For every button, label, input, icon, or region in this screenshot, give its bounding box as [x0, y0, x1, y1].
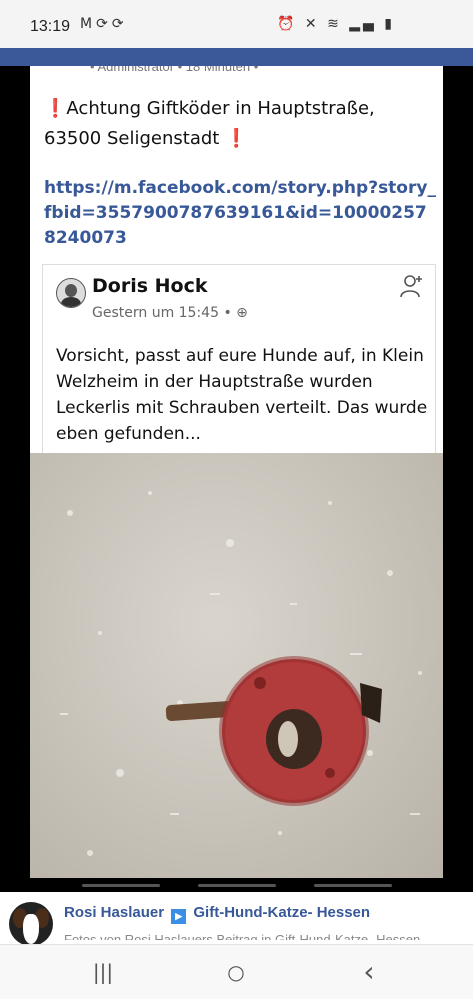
- signal-icon: ▂▄: [349, 16, 377, 32]
- alarm-icon: ⏰: [277, 16, 298, 32]
- back-button[interactable]: ‹: [354, 958, 384, 986]
- left-backdrop: [0, 66, 30, 998]
- post-text-line1: Achtung Giftköder in Hauptstraße,: [66, 98, 375, 119]
- globe-icon: ⊕: [236, 305, 248, 321]
- post-link[interactable]: https://m.facebook.com/story.php?story_f…: [44, 176, 436, 251]
- sync-icon: ⟳: [96, 16, 112, 32]
- avatar[interactable]: [56, 278, 86, 308]
- exclamation-icon: ❗: [225, 128, 248, 149]
- shared-time: Gestern um 15:45 • ⊕: [92, 305, 248, 321]
- right-backdrop: [443, 66, 473, 998]
- next-post-title[interactable]: Rosi Haslauer ▶ Gift-Hund-Katze- Hessen: [64, 904, 370, 924]
- post-meta: • Administrator • 18 Minuten •: [90, 66, 259, 74]
- play-arrow-icon: ▶: [171, 909, 187, 924]
- next-post-subtitle: Fotos von Rosi Haslauers Beitrag in Gift…: [64, 932, 421, 940]
- post-photo[interactable]: [30, 453, 443, 878]
- post-text-line2: 63500 Seligenstadt: [44, 128, 220, 149]
- notification-icons: M⟳⟳: [80, 16, 128, 32]
- next-post-author[interactable]: Rosi Haslauer: [64, 904, 164, 921]
- system-icons: ⏰ ✕ ≋ ▂▄ ▮: [277, 16, 395, 32]
- shared-post[interactable]: Doris Hock Gestern um 15:45 • ⊕ Vorsicht…: [42, 264, 436, 454]
- shared-author[interactable]: Doris Hock: [92, 275, 207, 297]
- exclamation-icon: ❗: [44, 98, 67, 119]
- sync-icon: ⟳: [111, 16, 128, 32]
- post-card: • Administrator • 18 Minuten • ❗Achtung …: [30, 66, 443, 454]
- mute-icon: ✕: [304, 16, 320, 32]
- shared-time-text: Gestern um 15:45 •: [92, 305, 232, 321]
- next-post-preview[interactable]: Rosi Haslauer ▶ Gift-Hund-Katze- Hessen …: [0, 892, 473, 946]
- wifi-icon: ≋: [327, 16, 342, 32]
- shared-text: Vorsicht, passt auf eure Hunde auf, in K…: [56, 346, 428, 444]
- post-text: ❗Achtung Giftköder in Hauptstraße, 63500…: [44, 94, 434, 154]
- next-post-group[interactable]: Gift-Hund-Katze- Hessen: [193, 904, 370, 921]
- battery-icon: ▮: [384, 16, 395, 32]
- gmail-icon: M: [80, 16, 97, 32]
- image-pager: [0, 878, 473, 892]
- status-bar: 13:19 M⟳⟳ ⏰ ✕ ≋ ▂▄ ▮: [0, 0, 473, 48]
- recents-button[interactable]: |||: [88, 959, 118, 985]
- photo-image: [60, 491, 422, 856]
- app-header-strip: [0, 48, 473, 66]
- system-nav-bar: ||| ○ ‹: [0, 944, 473, 999]
- add-friend-icon[interactable]: [399, 273, 425, 299]
- home-button[interactable]: ○: [221, 959, 251, 985]
- status-time: 13:19: [30, 18, 71, 35]
- avatar[interactable]: [9, 902, 53, 946]
